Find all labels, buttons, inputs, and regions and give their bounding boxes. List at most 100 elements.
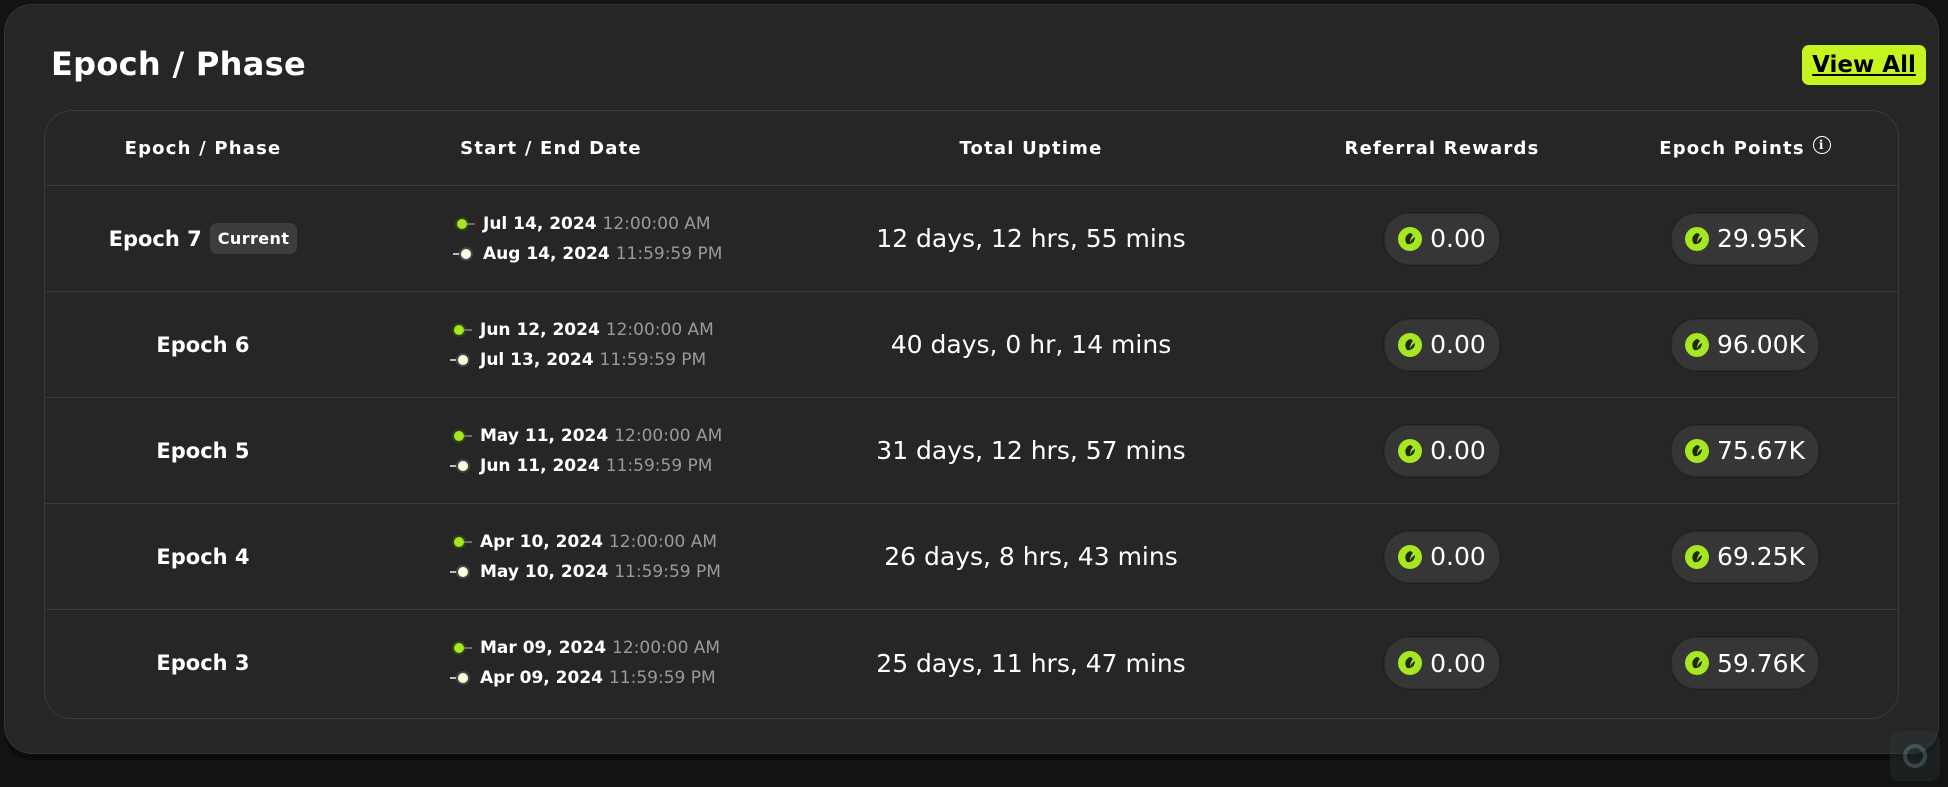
epoch-name: Epoch 5 — [156, 438, 250, 463]
points-pill: 69.25K — [1670, 529, 1820, 584]
points-value: 96.00K — [1717, 330, 1805, 359]
epoch-cell: Epoch 7 Current — [45, 186, 361, 291]
start-dot-icon — [450, 535, 472, 549]
end-dot-icon — [450, 353, 472, 367]
referral-cell: 0.00 — [1301, 504, 1583, 609]
header-uptime: Total Uptime — [959, 137, 1103, 159]
end-date: May 10, 2024 — [480, 561, 609, 582]
uptime-cell: 12 days, 12 hrs, 55 mins — [861, 186, 1201, 291]
uptime-value: 25 days, 11 hrs, 47 mins — [876, 648, 1186, 678]
leaf-token-icon — [1398, 544, 1423, 569]
date-cell: Jun 12, 2024 12:00:00 AM Jul 13, 2024 11:59… — [450, 292, 714, 397]
table-row: Epoch 5 May 11, 2024 12:00:00 AM Jun 11, 20… — [45, 398, 1898, 504]
referral-pill: 0.00 — [1383, 317, 1501, 372]
referral-value: 0.00 — [1430, 542, 1486, 571]
start-date: Jun 12, 2024 — [480, 319, 600, 340]
date-cell: May 11, 2024 12:00:00 AM Jun 11, 2024 11:59… — [450, 398, 722, 503]
epoch-table: Epoch / Phase Start / End Date Total Upt… — [44, 110, 1899, 719]
start-dot-icon — [453, 217, 475, 231]
points-cell: 29.95K — [1590, 186, 1898, 291]
end-date: Jul 13, 2024 — [480, 349, 594, 370]
referral-pill: 0.00 — [1383, 636, 1501, 690]
epoch-cell: Epoch 3 — [45, 610, 361, 716]
referral-value: 0.00 — [1430, 224, 1486, 253]
date-cell: Mar 09, 2024 12:00:00 AM Apr 09, 2024 11:59… — [450, 610, 720, 716]
table-row: Epoch 6 Jun 12, 2024 12:00:00 AM Jul 13, 20… — [45, 292, 1898, 398]
start-time: 12:00:00 AM — [608, 531, 718, 552]
epoch-cell: Epoch 4 — [45, 504, 361, 609]
current-badge: Current — [209, 223, 298, 254]
epoch-name: Epoch 7 — [108, 226, 202, 251]
table-row: Epoch 7 Current Jul 14, 2024 12:00:00 AM Aug… — [45, 186, 1898, 292]
start-date: Jul 14, 2024 — [483, 213, 597, 234]
points-value: 69.25K — [1717, 542, 1805, 571]
table-row: Epoch 4 Apr 10, 2024 12:00:00 AM May 10, 20… — [45, 504, 1898, 610]
referral-value: 0.00 — [1430, 436, 1486, 465]
start-date-line: Jul 14, 2024 12:00:00 AM — [453, 214, 722, 234]
leaf-token-icon — [1685, 332, 1710, 357]
epoch-name: Epoch 4 — [156, 544, 250, 569]
uptime-cell: 26 days, 8 hrs, 43 mins — [861, 504, 1201, 609]
start-time: 12:00:00 AM — [605, 319, 714, 340]
referral-pill: 0.00 — [1383, 211, 1501, 266]
points-value: 75.67K — [1717, 436, 1805, 465]
start-time: 12:00:00 AM — [614, 425, 723, 446]
start-date-line: Apr 10, 2024 12:00:00 AM — [450, 532, 721, 552]
end-dot-icon — [453, 247, 475, 261]
date-cell: Jul 14, 2024 12:00:00 AM Aug 14, 2024 11:59… — [453, 186, 722, 291]
referral-cell: 0.00 — [1301, 292, 1583, 397]
points-pill: 59.76K — [1670, 636, 1820, 690]
points-value: 59.76K — [1717, 648, 1805, 678]
end-date-line: Jun 11, 2024 11:59:59 PM — [450, 456, 722, 476]
end-time: 11:59:59 PM — [599, 349, 707, 370]
end-date-line: Jul 13, 2024 11:59:59 PM — [450, 350, 714, 370]
referral-value: 0.00 — [1430, 648, 1486, 678]
end-time: 11:59:59 PM — [605, 455, 713, 476]
start-date: Apr 10, 2024 — [480, 531, 603, 552]
points-value: 29.95K — [1717, 224, 1805, 253]
leaf-token-icon — [1398, 226, 1423, 251]
header-referral: Referral Rewards — [1344, 137, 1540, 159]
end-dot-icon — [450, 565, 472, 579]
card-title: Epoch / Phase — [51, 45, 306, 83]
end-dot-icon — [450, 671, 472, 685]
start-dot-icon — [450, 641, 472, 655]
points-pill: 96.00K — [1670, 317, 1820, 372]
leaf-token-icon — [1685, 438, 1710, 463]
epoch-cell: Epoch 6 — [45, 292, 361, 397]
uptime-cell: 40 days, 0 hr, 14 mins — [861, 292, 1201, 397]
epoch-name: Epoch 6 — [156, 332, 250, 357]
start-date: May 11, 2024 — [480, 425, 609, 446]
referral-cell: 0.00 — [1301, 186, 1583, 291]
start-date-line: May 11, 2024 12:00:00 AM — [450, 426, 722, 446]
start-dot-icon — [450, 323, 472, 337]
epoch-name: Epoch 3 — [156, 651, 250, 675]
points-cell: 69.25K — [1590, 504, 1898, 609]
end-time: 11:59:59 PM — [608, 668, 716, 688]
leaf-token-icon — [1398, 651, 1423, 675]
points-pill: 75.67K — [1670, 423, 1820, 478]
points-cell: 75.67K — [1590, 398, 1898, 503]
start-date-line: Mar 09, 2024 12:00:00 AM — [450, 638, 720, 658]
table-row: Epoch 3 Mar 09, 2024 12:00:00 AM Apr 09, 20… — [45, 610, 1898, 716]
leaf-token-icon — [1685, 226, 1710, 251]
uptime-value: 40 days, 0 hr, 14 mins — [890, 330, 1172, 359]
start-time: 12:00:00 AM — [612, 638, 721, 658]
leaf-token-icon — [1398, 438, 1423, 463]
uptime-value: 26 days, 8 hrs, 43 mins — [884, 542, 1178, 571]
referral-pill: 0.00 — [1383, 423, 1501, 478]
uptime-cell: 25 days, 11 hrs, 47 mins — [861, 610, 1201, 716]
uptime-cell: 31 days, 12 hrs, 57 mins — [861, 398, 1201, 503]
leaf-token-icon — [1685, 651, 1710, 675]
header-epoch: Epoch / Phase — [124, 137, 282, 159]
info-icon[interactable]: i — [1812, 136, 1831, 154]
leaf-token-icon — [1398, 332, 1423, 357]
uptime-value: 12 days, 12 hrs, 55 mins — [876, 224, 1186, 253]
epoch-cell: Epoch 5 — [45, 398, 361, 503]
referral-cell: 0.00 — [1301, 610, 1583, 716]
header-points: Epoch Points i — [1590, 111, 1898, 185]
end-date-line: Apr 09, 2024 11:59:59 PM — [450, 668, 720, 688]
referral-cell: 0.00 — [1301, 398, 1583, 503]
start-date: Mar 09, 2024 — [480, 638, 607, 658]
view-all-button[interactable]: View All — [1802, 45, 1926, 85]
